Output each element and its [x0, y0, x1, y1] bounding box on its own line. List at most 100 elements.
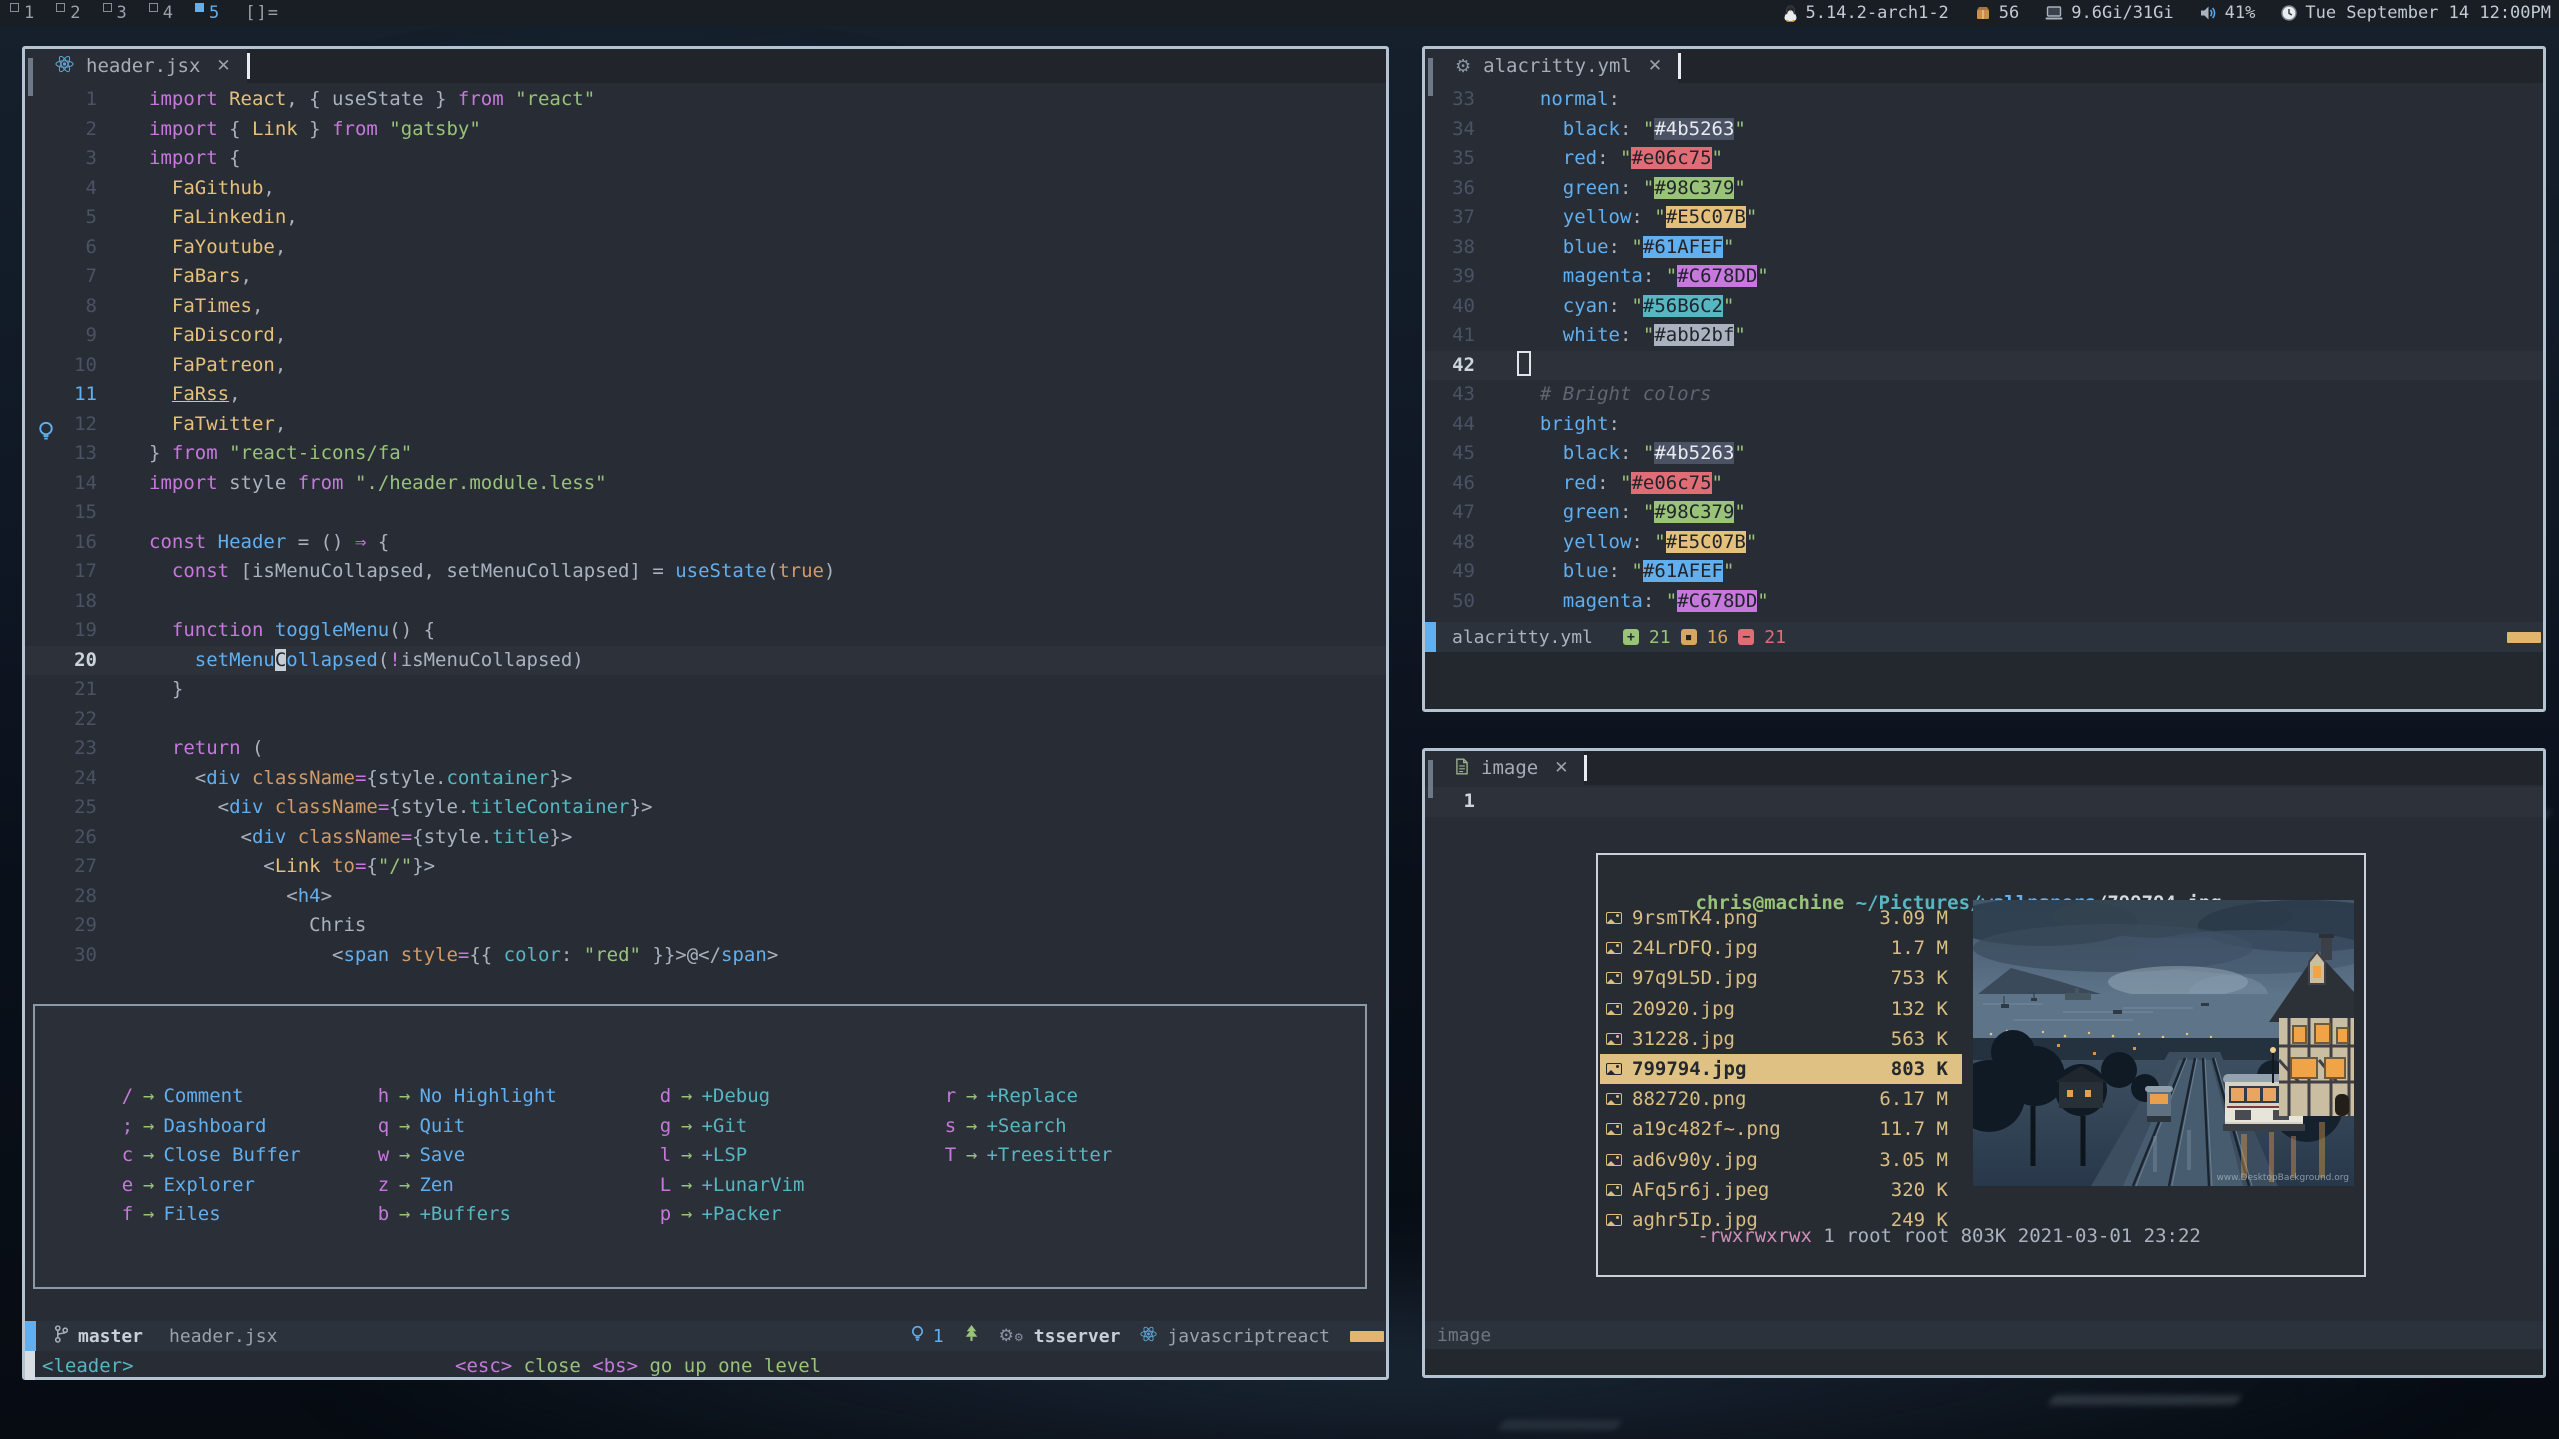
code-line: 47 green: "#98C379" — [1425, 498, 2543, 528]
line-number: 7 — [25, 262, 149, 292]
line-number: 15 — [25, 498, 149, 528]
code-line: 19 function toggleMenu() { — [25, 616, 1386, 646]
image-file-icon — [1606, 1063, 1622, 1075]
file-row: a19c482f~.png11.7 M — [1600, 1114, 1962, 1144]
workspace-indicator-square — [103, 3, 112, 12]
line-number: 45 — [1425, 439, 1517, 469]
tabline-cursor — [1584, 755, 1587, 781]
code-line: 5 FaLinkedin, — [25, 203, 1386, 233]
whichkey-binding: T→+Treesitter — [944, 1141, 1365, 1171]
whichkey-column-3: d→+Debugg→+Gitl→+LSPL→+LunarVimp→+Packer — [659, 1082, 944, 1230]
file-permissions: -rwxrwxrwx — [1698, 1225, 1812, 1247]
git-changed-icon: ▪ — [1681, 629, 1697, 645]
workspace-1[interactable]: 1 — [10, 2, 34, 24]
code-line: 48 yellow: "#E5C07B" — [1425, 528, 2543, 558]
arrow-icon: → — [399, 1112, 410, 1142]
image-file-icon — [1606, 1154, 1622, 1166]
code-area-image-buffer[interactable]: 1 — [1425, 785, 2543, 817]
line-number: 21 — [25, 675, 149, 705]
tab-image[interactable]: image ✕ — [1425, 751, 1584, 785]
layout-symbol[interactable]: []= — [245, 3, 279, 23]
scroll-progress-indicator — [2507, 632, 2541, 643]
code-line: 34 black: "#4b5263" — [1425, 115, 2543, 145]
tabline-cursor — [1678, 53, 1681, 79]
line-number: 48 — [1425, 528, 1517, 558]
whichkey-binding: s→+Search — [944, 1112, 1365, 1142]
line-number: 28 — [25, 882, 149, 912]
code-line: 42 — [1425, 351, 2543, 381]
package-icon — [1975, 5, 1991, 21]
code-action-lightbulb-icon[interactable] — [37, 421, 55, 445]
arrow-icon: → — [399, 1082, 410, 1112]
kernel-status: 5.14.2-arch1-2 — [1783, 3, 1949, 23]
arrow-icon: → — [681, 1200, 692, 1230]
line-number: 18 — [25, 587, 149, 617]
cmdline-block — [25, 1351, 35, 1380]
window-editor-headerjsx: header.jsx ✕ 1import React, { useState }… — [22, 46, 1389, 1380]
line-number: 24 — [25, 764, 149, 794]
git-branch-name[interactable]: master — [78, 1326, 143, 1347]
workspace-2[interactable]: 2 — [56, 2, 80, 24]
file-meta-line: -rwxrwxrwx 1 root root 803K 2021-03-01 2… — [1606, 1203, 2201, 1269]
tab-headerjsx[interactable]: header.jsx ✕ — [25, 49, 247, 83]
git-removed-icon: − — [1738, 629, 1754, 645]
workspace-indicator-square — [149, 3, 158, 12]
file-row: AFq5r6j.jpeg320 K — [1600, 1175, 1962, 1205]
window-image-preview: image ✕ 1 chris@machine ~/Pictures/wallp… — [1422, 748, 2546, 1378]
code-area-alacritty[interactable]: 33 normal:34 black: "#4b5263"35 red: "#e… — [1425, 83, 2543, 616]
workspace-3[interactable]: 3 — [103, 2, 127, 24]
workspace-4[interactable]: 4 — [149, 2, 173, 24]
code-line: 27 <Link to={"/"}> — [25, 852, 1386, 882]
code-line: 17 const [isMenuCollapsed, setMenuCollap… — [25, 557, 1386, 587]
arrow-icon: → — [143, 1171, 154, 1201]
tabline: image ✕ — [1425, 751, 2543, 785]
whichkey-binding: /→Comment — [121, 1082, 377, 1112]
workspace-switcher: 12 345 — [10, 2, 219, 24]
code-line: 38 blue: "#61AFEF" — [1425, 233, 2543, 263]
whichkey-binding: L→+LunarVim — [659, 1171, 944, 1201]
close-icon[interactable]: ✕ — [1550, 758, 1572, 778]
file-row: 9rsmTK4.png3.09 M — [1600, 903, 1962, 933]
react-icon — [55, 55, 74, 77]
code-line: 45 black: "#4b5263" — [1425, 439, 2543, 469]
line-number: 4 — [25, 174, 149, 204]
arrow-icon: → — [681, 1171, 692, 1201]
arrow-icon: → — [399, 1141, 410, 1171]
arrow-icon: → — [966, 1112, 977, 1142]
penguin-icon — [1783, 5, 1798, 22]
tab-title: alacritty.yml — [1483, 55, 1632, 77]
command-line[interactable]: <leader> <esc> close <bs> go up one leve… — [25, 1351, 1386, 1380]
clock-icon — [2281, 5, 2297, 21]
code-line: 16const Header = () ⇒ { — [25, 528, 1386, 558]
line-number: 39 — [1425, 262, 1517, 292]
close-icon[interactable]: ✕ — [1644, 56, 1666, 76]
statusline-right — [2507, 632, 2543, 643]
arrow-icon: → — [681, 1141, 692, 1171]
statusline-filename: alacritty.yml — [1452, 627, 1593, 648]
code-line: 1 — [1425, 787, 2543, 817]
code-area-headerjsx[interactable]: 1import React, { useState } from "react"… — [25, 83, 1386, 970]
whichkey-binding: e→Explorer — [121, 1171, 377, 1201]
line-number: 49 — [1425, 557, 1517, 587]
file-row: 882720.png6.17 M — [1600, 1084, 1962, 1114]
line-number: 37 — [1425, 203, 1517, 233]
line-number: 47 — [1425, 498, 1517, 528]
code-line: 8 FaTimes, — [25, 292, 1386, 322]
line-number: 16 — [25, 528, 149, 558]
lsp-segment: ⚙⚙ tsserver — [999, 1326, 1121, 1347]
whichkey-binding: d→+Debug — [659, 1082, 944, 1112]
code-line: 11 FaRss, — [25, 380, 1386, 410]
image-file-icon — [1606, 1093, 1622, 1105]
workspace-5[interactable]: 5 — [195, 2, 219, 24]
close-icon[interactable]: ✕ — [212, 56, 234, 76]
tabline-offset-marker — [1428, 760, 1433, 798]
react-icon — [1140, 1326, 1157, 1347]
filetype-name: javascriptreact — [1167, 1326, 1330, 1347]
whichkey-binding: z→Zen — [377, 1171, 659, 1201]
tab-alacritty-yml[interactable]: ⚙ alacritty.yml ✕ — [1425, 49, 1678, 83]
whichkey-binding: h→No Highlight — [377, 1082, 659, 1112]
code-line: 43 # Bright colors — [1425, 380, 2543, 410]
window-editor-alacritty: ⚙ alacritty.yml ✕ 33 normal:34 black: "#… — [1422, 46, 2546, 712]
file-row: ad6v90y.jpg3.05 M — [1600, 1145, 1962, 1175]
code-line: 36 green: "#98C379" — [1425, 174, 2543, 204]
